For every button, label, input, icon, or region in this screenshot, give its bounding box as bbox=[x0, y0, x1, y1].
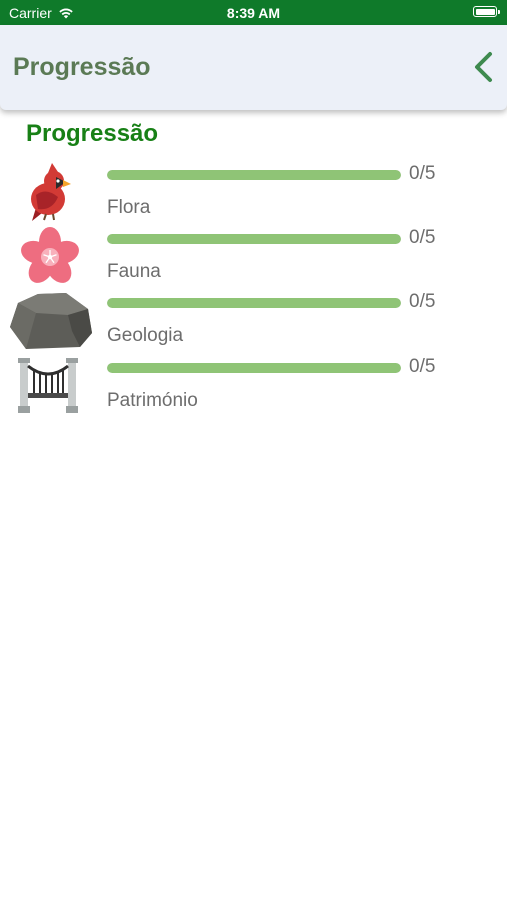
progress-item-fauna: 0/5 Fauna bbox=[0, 227, 507, 291]
progress-count: 0/5 bbox=[409, 291, 436, 312]
progress-count: 0/5 bbox=[409, 356, 436, 377]
progress-fill bbox=[107, 363, 401, 373]
battery-icon bbox=[473, 6, 500, 17]
progress-bar bbox=[107, 363, 401, 373]
progress-item-flora: 0/5 Flora bbox=[0, 163, 507, 227]
cherry-blossom-icon bbox=[8, 227, 93, 287]
progress-bar bbox=[107, 298, 401, 308]
item-label: Património bbox=[107, 390, 198, 411]
progress-bar bbox=[107, 170, 401, 180]
progress-item-patrimonio: 0/5 Património bbox=[0, 356, 507, 420]
item-label: Geologia bbox=[107, 325, 184, 346]
progress-bar bbox=[107, 234, 401, 244]
section-title: Progressão bbox=[26, 120, 159, 147]
progress-count: 0/5 bbox=[409, 227, 436, 248]
cardinal-bird-icon bbox=[8, 163, 93, 223]
item-label: Flora bbox=[107, 197, 151, 218]
progress-fill bbox=[107, 298, 401, 308]
status-bar: Carrier 8:39 AM bbox=[0, 0, 507, 25]
rock-icon bbox=[8, 291, 93, 351]
chevron-left-icon bbox=[475, 52, 492, 82]
page-title: Progressão bbox=[13, 53, 151, 81]
bridge-icon bbox=[8, 356, 93, 416]
item-label: Fauna bbox=[107, 261, 161, 282]
progress-count: 0/5 bbox=[409, 163, 436, 184]
back-button[interactable] bbox=[471, 49, 497, 85]
progress-fill bbox=[107, 170, 401, 180]
header: Progressão bbox=[0, 25, 507, 110]
progress-fill bbox=[107, 234, 401, 244]
status-time: 8:39 AM bbox=[226, 5, 281, 21]
progress-item-geologia: 0/5 Geologia bbox=[0, 291, 507, 355]
